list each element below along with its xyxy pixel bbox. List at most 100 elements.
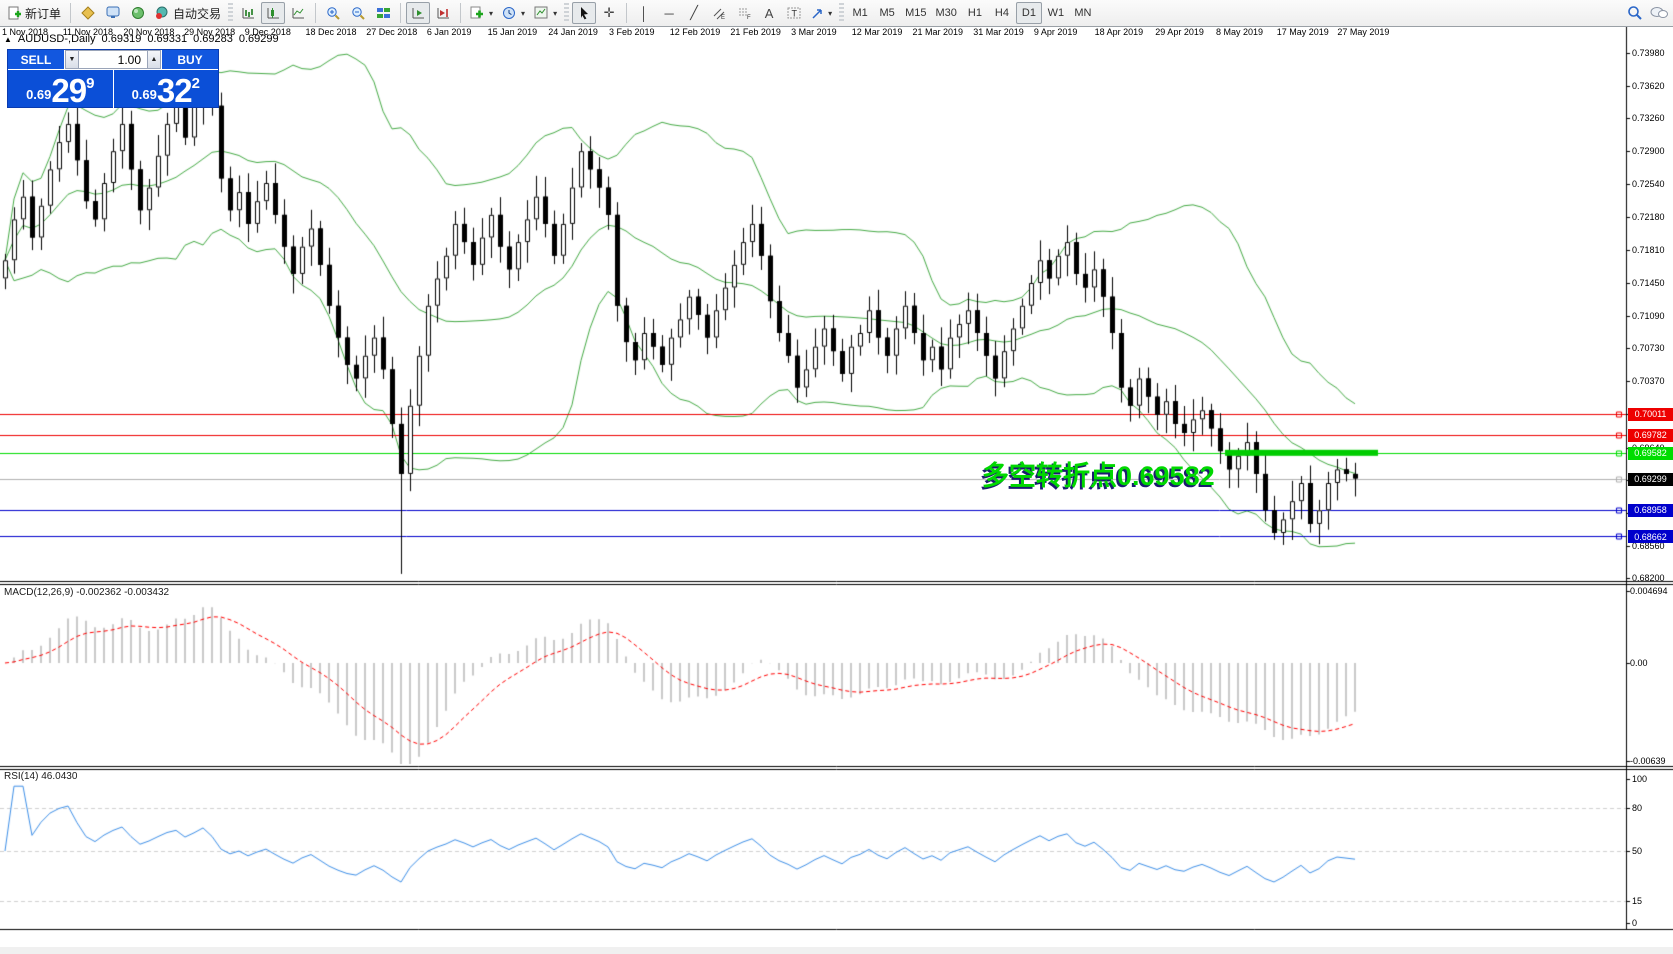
- chart-shift-button[interactable]: [431, 2, 455, 24]
- ohlc-close: 0.69299: [238, 33, 279, 45]
- sell-price[interactable]: 0.69 29 9: [8, 70, 114, 108]
- bar-chart-button[interactable]: [236, 2, 260, 24]
- rsi-axis-tick: 80: [1632, 802, 1643, 813]
- new-order-button[interactable]: 新订单: [4, 2, 65, 24]
- cursor-icon: [580, 7, 588, 20]
- ohlc-low: 0.69283: [193, 33, 233, 45]
- price-axis-tick: 0.72180: [1632, 211, 1665, 222]
- macd-name: MACD(12,26,9): [4, 587, 74, 598]
- price-axis-tick: 0.71090: [1632, 310, 1665, 321]
- timeframe-m15[interactable]: M15: [901, 2, 930, 24]
- date-axis-label: 6 Jan 2019: [426, 27, 472, 37]
- chevron-down-icon: ▾: [489, 8, 494, 18]
- rsi-axis-tick: 15: [1632, 896, 1643, 907]
- macd-main-value: -0.002362: [76, 587, 122, 598]
- text-label-icon: T: [787, 7, 801, 19]
- buy-price-pip: 2: [191, 75, 200, 92]
- sell-button[interactable]: SELL: [8, 50, 65, 69]
- volume-input[interactable]: 1.00: [79, 50, 147, 69]
- level-price-label: 0.68958: [1628, 503, 1673, 517]
- equidistant-channel-button[interactable]: E: [707, 2, 731, 24]
- search-icon[interactable]: [1627, 5, 1643, 21]
- text-label-button[interactable]: T: [782, 2, 806, 24]
- arrows-button[interactable]: ▾: [807, 2, 836, 24]
- rsi-axis-tick: 50: [1632, 846, 1643, 856]
- buy-price[interactable]: 0.69 32 2: [114, 70, 219, 108]
- zoom-out-button[interactable]: [346, 2, 370, 24]
- crosshair-button[interactable]: ✛: [597, 2, 621, 24]
- line-chart-button[interactable]: [286, 2, 310, 24]
- vertical-line-icon: │: [640, 5, 649, 21]
- cursor-button[interactable]: [572, 2, 597, 24]
- date-axis-label: 9 Apr 2019: [1033, 27, 1078, 37]
- timeframe-mn[interactable]: MN: [1070, 2, 1096, 24]
- buy-price-big: 32: [156, 72, 193, 109]
- buy-button[interactable]: BUY: [161, 50, 218, 69]
- macd-axis-tick: 0.00: [1630, 658, 1648, 668]
- date-axis-label: 21 Feb 2019: [730, 27, 781, 37]
- tile-windows-button[interactable]: [371, 2, 395, 24]
- price-axis-tick: 0.72900: [1632, 146, 1665, 157]
- timeframe-m1[interactable]: M1: [847, 2, 873, 24]
- candlestick-chart-icon: [267, 8, 279, 19]
- trendline-button[interactable]: ╱: [682, 2, 706, 24]
- separator: [70, 3, 72, 23]
- timeframe-m30[interactable]: M30: [932, 2, 961, 24]
- rsi-value: 46.0430: [41, 771, 78, 782]
- date-axis-label: 27 Dec 2018: [366, 27, 418, 37]
- rsi-indicator-label: RSI(14) 46.0430: [4, 771, 77, 782]
- svg-text:E: E: [721, 15, 725, 20]
- auto-trading-button[interactable]: 自动交易: [151, 2, 225, 24]
- auto-scroll-button[interactable]: [406, 2, 431, 24]
- indicators-button[interactable]: ▾: [466, 2, 497, 24]
- separator: [315, 3, 317, 23]
- ohlc-high: 0.69331: [147, 33, 188, 45]
- market-watch-button[interactable]: [101, 2, 125, 24]
- timeframe-h1[interactable]: H1: [962, 2, 988, 24]
- timeframe-h4[interactable]: H4: [989, 2, 1015, 24]
- price-axis-tick: 0.73260: [1632, 113, 1665, 124]
- toolbar-grip: [839, 3, 845, 23]
- price-axis-tick: 0.70730: [1632, 343, 1665, 354]
- buy-price-prefix: 0.69: [131, 87, 157, 102]
- timeframe-bar: M1 M5 M15 M30 H1 H4 D1 W1 MN: [847, 2, 1096, 24]
- indicators-icon: [470, 6, 484, 19]
- timeframe-w1[interactable]: W1: [1043, 2, 1069, 24]
- svg-text:T: T: [791, 9, 797, 19]
- chart-annotation-text: 多空转折点0.69582: [982, 460, 1215, 491]
- candlestick-chart-button[interactable]: [261, 2, 286, 24]
- window-bottom-strip: [0, 947, 1673, 954]
- price-axis-tick: 0.71810: [1632, 245, 1665, 256]
- auto-trading-label: 自动交易: [173, 6, 222, 21]
- zoom-in-button[interactable]: [321, 2, 345, 24]
- volume-increase-button[interactable]: ▲: [147, 50, 161, 69]
- horizontal-line-icon: ─: [664, 5, 674, 21]
- periods-button[interactable]: ▾: [498, 2, 529, 24]
- collapse-panel-icon[interactable]: ▲: [4, 35, 12, 44]
- symbol-title: AUDUSD-,Daily: [17, 33, 96, 45]
- fibonacci-button[interactable]: F: [732, 2, 756, 24]
- trendline-icon: ╱: [690, 5, 698, 20]
- new-order-icon: [8, 6, 21, 20]
- timeframe-m5[interactable]: M5: [874, 2, 900, 24]
- price-axis-tick: 0.68200: [1632, 573, 1665, 584]
- zoom-out-icon: [351, 6, 365, 20]
- date-axis-label: 3 Mar 2019: [791, 27, 837, 37]
- chat-icon[interactable]: [1649, 5, 1669, 21]
- vertical-line-button[interactable]: │: [632, 2, 656, 24]
- text-button[interactable]: A: [757, 2, 781, 24]
- clock-icon: [503, 6, 516, 19]
- volume-decrease-button[interactable]: ▼: [65, 50, 79, 69]
- templates-button[interactable]: ▾: [530, 2, 561, 24]
- horizontal-line-button[interactable]: ─: [657, 2, 681, 24]
- sell-price-big: 29: [51, 72, 87, 109]
- arrows-icon: [812, 8, 822, 19]
- chart-canvas[interactable]: [0, 27, 1673, 954]
- level-price-label: 0.69782: [1628, 428, 1673, 442]
- date-axis-label: 8 May 2019: [1216, 27, 1264, 37]
- chart-window[interactable]: ▲ AUDUSD-,Daily 0.69319 0.69331 0.69283 …: [0, 27, 1673, 954]
- timeframe-d1[interactable]: D1: [1015, 2, 1042, 24]
- navigator-button[interactable]: [126, 2, 150, 24]
- profiles-button[interactable]: [76, 2, 100, 24]
- date-axis-label: 15 Jan 2019: [487, 27, 538, 37]
